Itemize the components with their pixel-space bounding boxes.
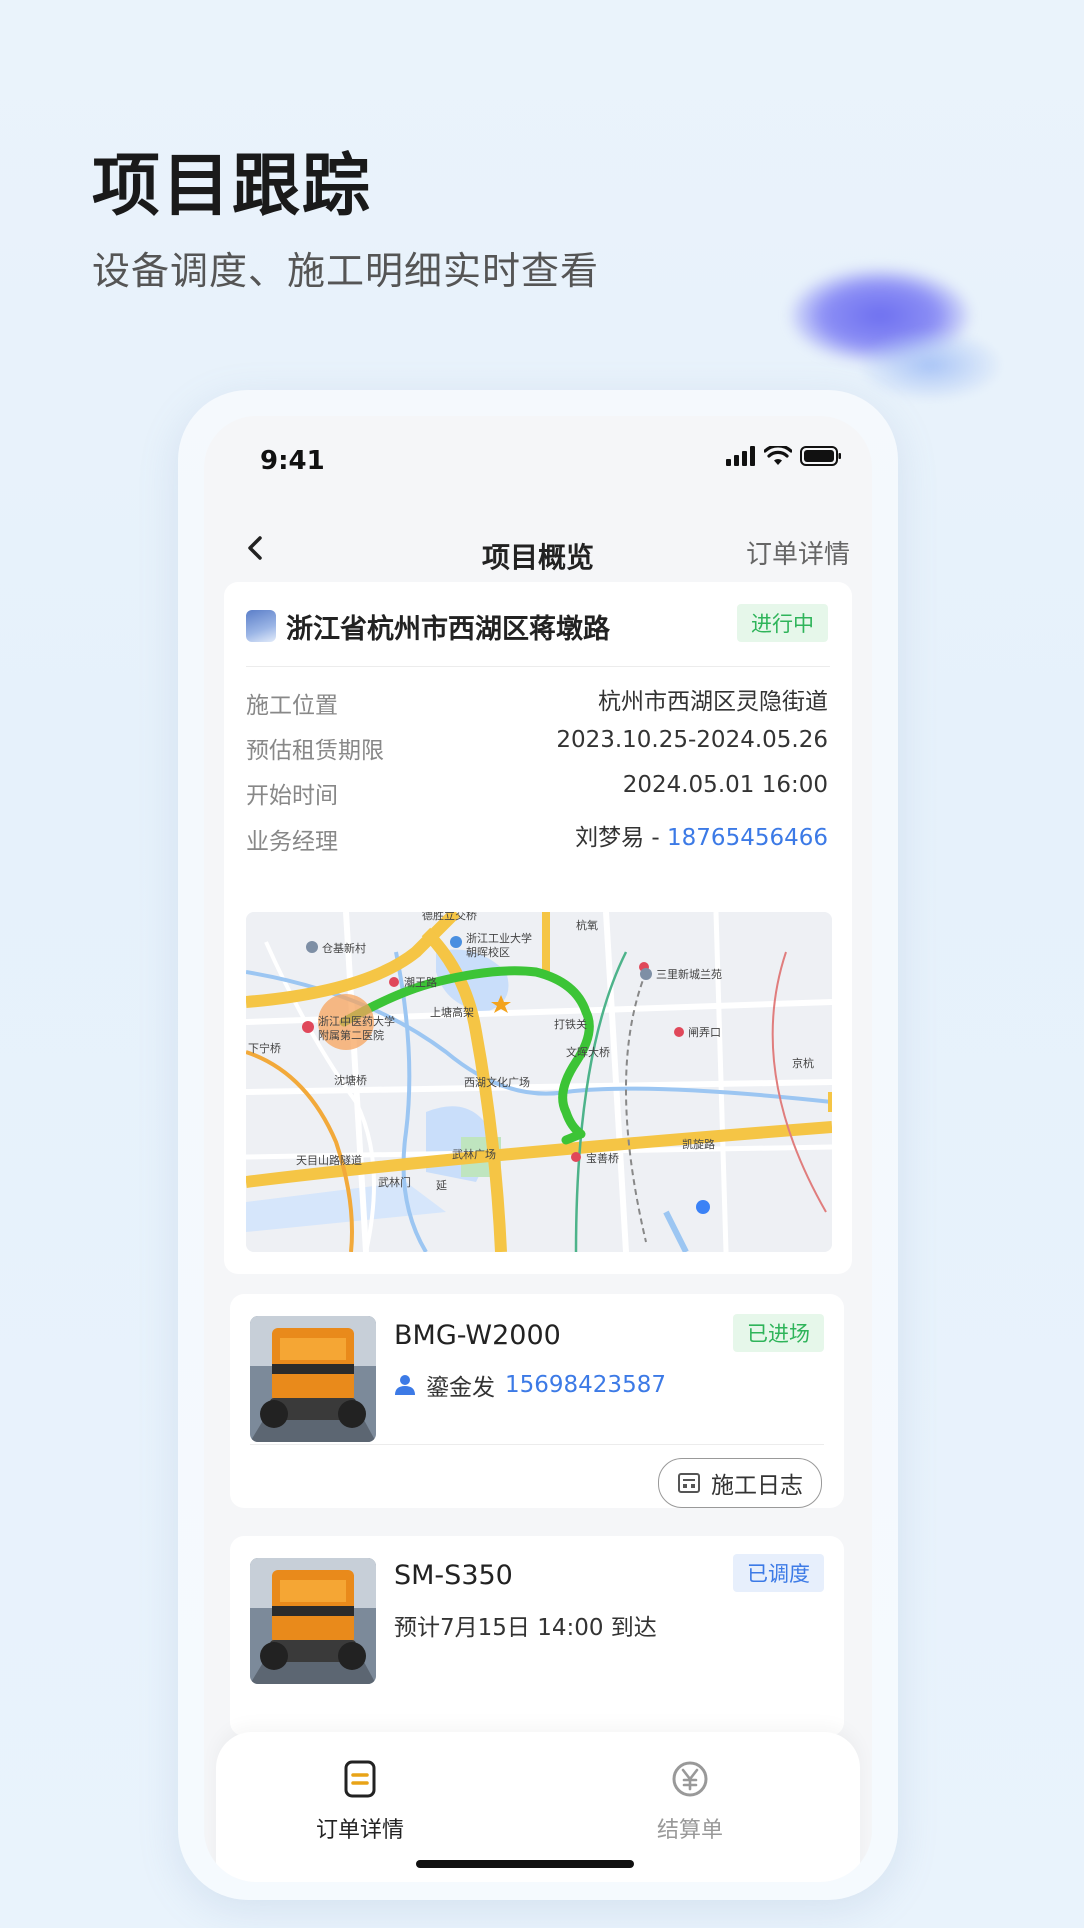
project-card: 浙江省杭州市西湖区蒋墩路 进行中 施工位置 杭州市西湖区灵隐街道 预估租赁期限 … [224, 582, 852, 1274]
order-detail-link[interactable]: 订单详情 [746, 534, 850, 571]
svg-text:打铁关: 打铁关 [554, 1017, 587, 1031]
nav-bar: 项目概览 订单详情 [204, 516, 872, 586]
svg-text:宝善桥: 宝善桥 [586, 1151, 619, 1165]
svg-text:潮王路: 潮王路 [404, 975, 437, 989]
manager-name: 刘梦易 - [575, 825, 668, 851]
divider [246, 666, 830, 667]
svg-text:下宁桥: 下宁桥 [248, 1041, 281, 1055]
manager-value: 刘梦易 - 18765456466 [575, 818, 828, 852]
svg-text:闸弄口: 闸弄口 [688, 1026, 721, 1039]
yen-icon [672, 1761, 708, 1797]
tab-label: 结算单 [656, 1818, 723, 1843]
svg-text:浙江中医药大学: 浙江中医药大学 [318, 1014, 395, 1028]
signal-icon [726, 446, 755, 466]
manager-label: 业务经理 [246, 829, 338, 855]
project-title: 浙江省杭州市西湖区蒋墩路 [286, 614, 610, 645]
svg-text:文晖大桥: 文晖大桥 [566, 1045, 610, 1059]
decorative-blob [860, 330, 1000, 400]
svg-text:延: 延 [436, 1179, 447, 1192]
person-icon [395, 1375, 415, 1395]
svg-text:武林广场: 武林广场 [452, 1147, 496, 1161]
svg-text:凯旋路: 凯旋路 [682, 1137, 715, 1151]
svg-text:杭氧: 杭氧 [576, 918, 598, 932]
map-canvas: 德胜立交桥 仓基新村 浙江工业大学 朝晖校区 杭氧 三里新城兰苑 潮王路 上塘高… [246, 912, 832, 1252]
log-button-label: 施工日志 [711, 1473, 803, 1499]
status-badge: 已调度 [733, 1554, 824, 1592]
svg-text:仓基新村: 仓基新村 [322, 941, 366, 955]
divider [250, 1444, 824, 1445]
home-indicator [416, 1860, 634, 1868]
map-label: 德胜立交桥 [422, 912, 477, 922]
svg-text:三里新城兰苑: 三里新城兰苑 [656, 967, 722, 981]
start-time-value: 2024.05.01 16:00 [622, 772, 828, 798]
operator-phone-link[interactable]: 15698423587 [505, 1372, 666, 1398]
operator-info: 鎏金发 15698423587 [394, 1368, 666, 1402]
wifi-icon [764, 446, 792, 465]
location-value: 杭州市西湖区灵隐街道 [598, 689, 828, 715]
equipment-image [250, 1316, 376, 1442]
svg-text:武林门: 武林门 [378, 1175, 411, 1189]
status-badge: 进行中 [737, 604, 828, 642]
route-map[interactable]: 德胜立交桥 仓基新村 浙江工业大学 朝晖校区 杭氧 三里新城兰苑 潮王路 上塘高… [246, 912, 832, 1252]
battery-icon [800, 446, 841, 466]
equipment-name: BMG-W2000 [394, 1320, 561, 1351]
eta-text: 预计7月15日 14:00 到达 [394, 1615, 657, 1641]
status-time: 9:41 [260, 446, 325, 476]
start-time-label: 开始时间 [246, 783, 338, 809]
tab-bar: 订单详情 结算单 [216, 1732, 860, 1882]
equipment-image [250, 1558, 376, 1684]
operator-name: 鎏金发 [426, 1375, 495, 1401]
log-icon [678, 1473, 700, 1493]
phone-screen: 9:41 项目概览 订单详情 浙江省杭州市西湖区蒋墩路 进行中 施工位置 杭州市… [204, 416, 872, 1882]
svg-text:天目山路隧道: 天目山路隧道 [296, 1153, 362, 1167]
svg-text:朝晖校区: 朝晖校区 [466, 945, 510, 959]
tab-label: 订单详情 [315, 1818, 404, 1843]
equipment-card[interactable]: BMG-W2000 已进场 鎏金发 15698423587 施工日志 [230, 1294, 844, 1508]
equipment-card[interactable]: SM-S350 已调度 预计7月15日 14:00 到达 [230, 1536, 844, 1736]
lease-period-label: 预估租赁期限 [246, 738, 384, 764]
svg-text:上塘高架: 上塘高架 [430, 1005, 474, 1019]
project-icon [246, 610, 276, 642]
svg-text:京杭: 京杭 [792, 1056, 814, 1070]
svg-text:沈塘桥: 沈塘桥 [334, 1073, 367, 1087]
manager-phone-link[interactable]: 18765456466 [667, 825, 828, 851]
hero-subtitle: 设备调度、施工明细实时查看 [92, 249, 600, 293]
lease-period-value: 2023.10.25-2024.05.26 [556, 727, 828, 753]
tab-order-detail[interactable]: 订单详情 [260, 1760, 460, 1844]
tab-settlement[interactable]: 结算单 [590, 1760, 790, 1844]
location-label: 施工位置 [246, 693, 338, 719]
construction-log-button[interactable]: 施工日志 [658, 1458, 822, 1508]
hero-title: 项目跟踪 [92, 147, 373, 226]
svg-text:浙江工业大学: 浙江工业大学 [466, 931, 532, 945]
document-icon [344, 1760, 376, 1798]
status-badge: 已进场 [733, 1314, 824, 1352]
svg-text:附属第二医院: 附属第二医院 [318, 1028, 384, 1042]
svg-text:西湖文化广场: 西湖文化广场 [464, 1075, 530, 1089]
status-icons [726, 446, 842, 466]
equipment-name: SM-S350 [394, 1560, 513, 1591]
